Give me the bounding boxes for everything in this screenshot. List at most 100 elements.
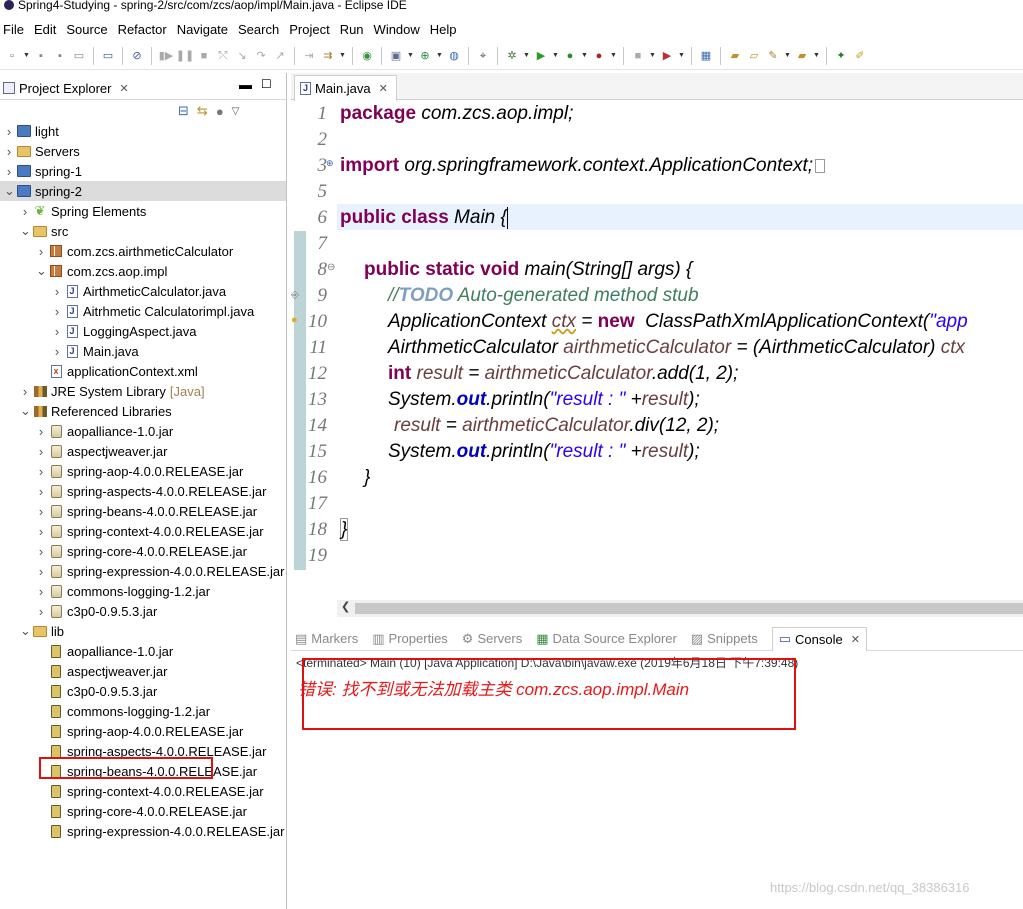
tree-item[interactable]: › spring-expression-4.0.0.RELEASE.jar bbox=[0, 561, 286, 581]
view-menu-icon[interactable]: ▽ bbox=[232, 106, 240, 117]
new-icon[interactable]: ▫ bbox=[4, 48, 20, 64]
highlight-icon[interactable]: ✐ bbox=[852, 48, 868, 64]
tree-item[interactable]: › light bbox=[0, 121, 286, 141]
debug-icon[interactable]: ✲ bbox=[504, 48, 520, 64]
tree-item[interactable]: ⌄ spring-2 bbox=[0, 181, 286, 201]
tree-item[interactable]: x applicationContext.xml bbox=[0, 361, 286, 381]
tree-item[interactable]: › com.zcs.airthmeticCalculator bbox=[0, 241, 286, 261]
chevron-right-icon[interactable]: › bbox=[20, 384, 30, 399]
menu-run[interactable]: Run bbox=[337, 22, 371, 37]
chevron-right-icon[interactable]: › bbox=[36, 464, 46, 479]
chevron-right-icon[interactable]: › bbox=[36, 564, 46, 579]
tree-item[interactable]: ⌄ src bbox=[0, 221, 286, 241]
chevron-right-icon[interactable]: › bbox=[36, 424, 46, 439]
menu-refactor[interactable]: Refactor bbox=[115, 22, 174, 37]
print-icon[interactable]: ▭ bbox=[71, 48, 87, 64]
chevron-right-icon[interactable]: › bbox=[36, 444, 46, 459]
chevron-down-icon[interactable]: ⌄ bbox=[4, 183, 15, 199]
chevron-down-icon[interactable]: ⌄ bbox=[36, 263, 47, 279]
new-project-icon[interactable]: ▣ bbox=[388, 48, 404, 64]
fold-collapse-icon[interactable]: ⊖ bbox=[327, 262, 335, 273]
menu-window[interactable]: Window bbox=[371, 22, 427, 37]
tab-servers[interactable]: ⚙ Servers bbox=[462, 631, 522, 647]
tree-item[interactable]: › spring-core-4.0.0.RELEASE.jar bbox=[0, 541, 286, 561]
menu-search[interactable]: Search bbox=[235, 22, 286, 37]
tree-item[interactable]: › J Aitrhmetic Calculatorimpl.java bbox=[0, 301, 286, 321]
step-return-icon[interactable]: ↗ bbox=[272, 48, 288, 64]
chevron-right-icon[interactable]: › bbox=[52, 324, 62, 339]
chevron-down-icon[interactable]: ▼ bbox=[23, 52, 30, 59]
tree-item[interactable]: › spring-1 bbox=[0, 161, 286, 181]
tree-item[interactable]: spring-aop-4.0.0.RELEASE.jar bbox=[0, 721, 286, 741]
chevron-down-icon[interactable]: ▼ bbox=[523, 52, 530, 59]
pin-icon[interactable]: ✦ bbox=[833, 48, 849, 64]
editor-horizontal-scrollbar[interactable]: ❮ bbox=[337, 600, 1023, 617]
chevron-right-icon[interactable]: › bbox=[36, 504, 46, 519]
run-icon[interactable]: ▶ bbox=[533, 48, 549, 64]
chevron-right-icon[interactable]: › bbox=[4, 124, 14, 139]
new-class-icon[interactable]: ⊕ bbox=[417, 48, 433, 64]
link-with-editor-icon[interactable]: ⇆ bbox=[197, 103, 208, 119]
tree-item[interactable]: › Servers bbox=[0, 141, 286, 161]
tree-item[interactable]: › ❦ Spring Elements bbox=[0, 201, 286, 221]
tree-item[interactable]: ⌄ lib bbox=[0, 621, 286, 641]
chevron-right-icon[interactable]: › bbox=[36, 524, 46, 539]
chevron-down-icon[interactable]: ▼ bbox=[610, 52, 617, 59]
chevron-right-icon[interactable]: › bbox=[20, 204, 30, 219]
editor-tab-main-java[interactable]: J Main.java ✕ bbox=[294, 75, 397, 101]
collapse-all-icon[interactable]: ⊟ bbox=[178, 103, 189, 119]
tree-item[interactable]: › aspectjweaver.jar bbox=[0, 441, 286, 461]
tree-item[interactable]: spring-core-4.0.0.RELEASE.jar bbox=[0, 801, 286, 821]
chevron-right-icon[interactable]: › bbox=[52, 284, 62, 299]
tree-item[interactable]: › J LoggingAspect.java bbox=[0, 321, 286, 341]
terminate-icon[interactable]: ■ bbox=[196, 48, 212, 64]
run-last-tool-icon[interactable]: ▶ bbox=[659, 48, 675, 64]
tree-item[interactable]: aopalliance-1.0.jar bbox=[0, 641, 286, 661]
chevron-down-icon[interactable]: ▼ bbox=[407, 52, 414, 59]
tree-item[interactable]: › J AirthmeticCalculator.java bbox=[0, 281, 286, 301]
warning-lightbulb-icon[interactable]: ● bbox=[291, 314, 298, 326]
chevron-down-icon[interactable]: ⌄ bbox=[20, 623, 31, 639]
tab-snippets[interactable]: ▨ Snippets bbox=[691, 631, 758, 647]
chevron-right-icon[interactable]: › bbox=[36, 544, 46, 559]
chevron-down-icon[interactable]: ▼ bbox=[813, 52, 820, 59]
new-server-icon[interactable]: ◉ bbox=[359, 48, 375, 64]
tree-item[interactable]: aspectjweaver.jar bbox=[0, 661, 286, 681]
tree-item[interactable]: › aopalliance-1.0.jar bbox=[0, 421, 286, 441]
project-explorer-tab[interactable]: Project Explorer ✕ bbox=[0, 76, 129, 100]
web-browser-icon[interactable]: ◍ bbox=[446, 48, 462, 64]
chevron-down-icon[interactable]: ▼ bbox=[339, 52, 346, 59]
step-over-icon[interactable]: ↷ bbox=[253, 48, 269, 64]
tree-item[interactable]: › JRE System Library [Java] bbox=[0, 381, 286, 401]
tree-item[interactable]: › c3p0-0.9.5.3.jar bbox=[0, 601, 286, 621]
chevron-down-icon[interactable]: ⌄ bbox=[20, 223, 31, 239]
save-all-icon[interactable]: ▪ bbox=[52, 48, 68, 64]
open-resource-icon[interactable]: ▰ bbox=[794, 48, 810, 64]
chevron-right-icon[interactable]: › bbox=[36, 604, 46, 619]
disconnect-icon[interactable]: ⤲ bbox=[215, 48, 231, 64]
chevron-down-icon[interactable]: ⌄ bbox=[20, 403, 31, 419]
folded-code-icon[interactable] bbox=[815, 158, 826, 173]
chevron-right-icon[interactable]: › bbox=[52, 344, 62, 359]
skip-breakpoints-icon[interactable]: ⊘ bbox=[129, 48, 145, 64]
menu-file[interactable]: File bbox=[0, 22, 31, 37]
tree-item[interactable]: commons-logging-1.2.jar bbox=[0, 701, 286, 721]
chevron-right-icon[interactable]: › bbox=[4, 144, 14, 159]
chevron-right-icon[interactable]: › bbox=[36, 584, 46, 599]
close-icon[interactable]: ✕ bbox=[379, 82, 388, 95]
tab-console[interactable]: ▭ Console ✕ bbox=[771, 626, 867, 651]
view-menu-filter-icon[interactable]: ● bbox=[216, 104, 224, 119]
use-step-filters-icon[interactable]: ⇉ bbox=[320, 48, 336, 64]
open-task-icon[interactable]: ▦ bbox=[698, 48, 714, 64]
menu-project[interactable]: Project bbox=[286, 22, 336, 37]
chevron-down-icon[interactable]: ▼ bbox=[581, 52, 588, 59]
suspend-icon[interactable]: ❚❚ bbox=[176, 48, 194, 64]
tree-item[interactable]: ⌄ Referenced Libraries bbox=[0, 401, 286, 421]
tree-item[interactable]: › spring-aop-4.0.0.RELEASE.jar bbox=[0, 461, 286, 481]
tree-item[interactable]: › spring-context-4.0.0.RELEASE.jar bbox=[0, 521, 286, 541]
menu-help[interactable]: Help bbox=[427, 22, 464, 37]
tree-item[interactable]: › spring-beans-4.0.0.RELEASE.jar bbox=[0, 501, 286, 521]
menu-edit[interactable]: Edit bbox=[31, 22, 63, 37]
tab-properties[interactable]: ▥ Properties bbox=[372, 631, 448, 647]
chevron-right-icon[interactable]: › bbox=[36, 244, 46, 259]
